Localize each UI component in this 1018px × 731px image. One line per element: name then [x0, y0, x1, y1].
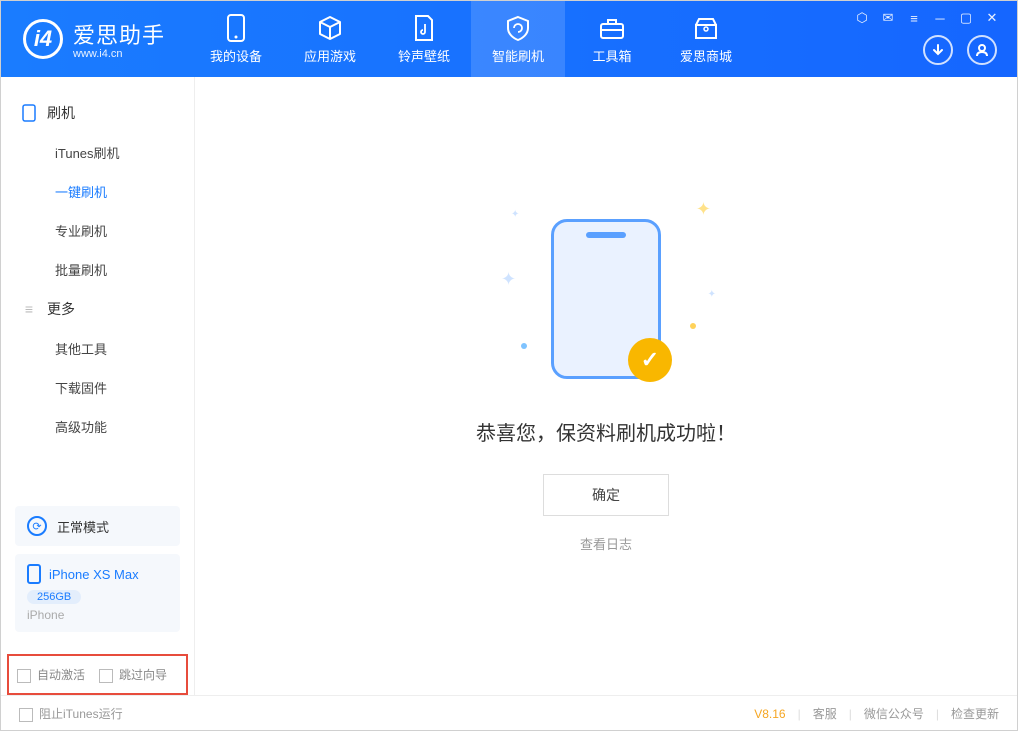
- body: 刷机 iTunes刷机 一键刷机 专业刷机 批量刷机 ≡ 更多 其他工具 下载固…: [1, 77, 1017, 695]
- success-message: 恭喜您，保资料刷机成功啦！: [476, 417, 736, 446]
- sidebar-item-download-firmware[interactable]: 下载固件: [1, 368, 194, 407]
- device-icon: [21, 105, 37, 121]
- feedback-icon[interactable]: ✉: [879, 9, 897, 27]
- app-name-cn: 爱思助手: [73, 18, 165, 50]
- dot-icon: [690, 323, 696, 329]
- phone-mini-icon: [27, 564, 41, 584]
- options-box: 自动激活 跳过向导: [7, 654, 188, 695]
- download-icon[interactable]: [923, 35, 953, 65]
- header-action-icons: [923, 35, 997, 65]
- checkbox-icon: [19, 708, 33, 722]
- minimize-button[interactable]: ─: [931, 9, 949, 27]
- block-itunes-label: 阻止iTunes运行: [39, 707, 123, 721]
- tab-label: 应用游戏: [304, 46, 356, 65]
- tab-label: 工具箱: [593, 46, 632, 65]
- separator: |: [849, 707, 852, 721]
- refresh-shield-icon: [504, 14, 532, 42]
- dot-icon: [521, 343, 527, 349]
- tab-label: 我的设备: [210, 46, 262, 65]
- logo-icon: i4: [23, 19, 63, 59]
- menu-icon[interactable]: ≡: [905, 9, 923, 27]
- checkbox-icon: [99, 669, 113, 683]
- tab-store[interactable]: 爱思商城: [659, 1, 753, 77]
- mode-label: 正常模式: [57, 517, 109, 536]
- sidebar-item-batch-flash[interactable]: 批量刷机: [1, 250, 194, 289]
- sparkle-icon: ✦: [696, 199, 711, 220]
- store-icon: [692, 14, 720, 42]
- main-tabs: 我的设备 应用游戏 铃声壁纸 智能刷机 工具箱 爱思商城: [189, 1, 753, 77]
- option-label: 跳过向导: [119, 668, 167, 682]
- user-icon[interactable]: [967, 35, 997, 65]
- close-button[interactable]: ✕: [983, 9, 1001, 27]
- sidebar-item-oneclick-flash[interactable]: 一键刷机: [1, 172, 194, 211]
- sparkle-icon: ✦: [511, 209, 519, 220]
- music-file-icon: [410, 14, 438, 42]
- tab-label: 铃声壁纸: [398, 46, 450, 65]
- sidebar-item-itunes-flash[interactable]: iTunes刷机: [1, 133, 194, 172]
- sidebar-item-pro-flash[interactable]: 专业刷机: [1, 211, 194, 250]
- view-log-link[interactable]: 查看日志: [580, 534, 632, 553]
- wechat-link[interactable]: 微信公众号: [864, 705, 924, 722]
- device-card[interactable]: iPhone XS Max 256GB iPhone: [15, 554, 180, 632]
- update-link[interactable]: 检查更新: [951, 705, 999, 722]
- checkbox-icon: [17, 669, 31, 683]
- check-badge-icon: ✓: [628, 338, 672, 382]
- tab-label: 爱思商城: [680, 46, 732, 65]
- tab-toolbox[interactable]: 工具箱: [565, 1, 659, 77]
- block-itunes-checkbox[interactable]: 阻止iTunes运行: [19, 705, 123, 722]
- option-label: 自动激活: [37, 668, 85, 682]
- sidebar-item-other-tools[interactable]: 其他工具: [1, 329, 194, 368]
- footer-left: 阻止iTunes运行: [19, 705, 123, 722]
- group-label: 刷机: [47, 103, 75, 123]
- separator: |: [936, 707, 939, 721]
- group-label: 更多: [47, 299, 75, 319]
- cube-icon: [316, 14, 344, 42]
- footer-right: V8.16 | 客服 | 微信公众号 | 检查更新: [754, 705, 999, 722]
- footer: 阻止iTunes运行 V8.16 | 客服 | 微信公众号 | 检查更新: [1, 695, 1017, 731]
- tab-my-device[interactable]: 我的设备: [189, 1, 283, 77]
- sidebar-item-advanced[interactable]: 高级功能: [1, 407, 194, 446]
- tab-smart-flash[interactable]: 智能刷机: [471, 1, 565, 77]
- sidebar-group-more: ≡ 更多: [1, 289, 194, 329]
- main-content: ✓ ✦ ✦ ✦ ✦ 恭喜您，保资料刷机成功啦！ 确定 查看日志: [195, 77, 1017, 695]
- sidebar: 刷机 iTunes刷机 一键刷机 专业刷机 批量刷机 ≡ 更多 其他工具 下载固…: [1, 77, 195, 695]
- device-name: iPhone XS Max: [49, 567, 139, 582]
- tab-label: 智能刷机: [492, 46, 544, 65]
- support-link[interactable]: 客服: [813, 705, 837, 722]
- list-icon: ≡: [21, 301, 37, 317]
- tab-ringtone-wallpaper[interactable]: 铃声壁纸: [377, 1, 471, 77]
- header: i4 爱思助手 www.i4.cn 我的设备 应用游戏 铃声壁纸 智能刷机 工具…: [1, 1, 1017, 77]
- window-controls: ⬡ ✉ ≡ ─ ▢ ✕: [853, 9, 1001, 27]
- version-label: V8.16: [754, 707, 785, 721]
- device-capacity: 256GB: [27, 590, 81, 604]
- phone-icon: [222, 14, 250, 42]
- device-type: iPhone: [27, 608, 168, 622]
- sparkle-icon: ✦: [708, 289, 716, 300]
- maximize-button[interactable]: ▢: [957, 9, 975, 27]
- success-graphic: ✓ ✦ ✦ ✦ ✦: [551, 219, 661, 379]
- mode-card[interactable]: ⟳ 正常模式: [15, 506, 180, 546]
- ok-button[interactable]: 确定: [543, 474, 669, 516]
- app-name-en: www.i4.cn: [73, 48, 165, 60]
- separator: |: [798, 707, 801, 721]
- sidebar-group-flash: 刷机: [1, 93, 194, 133]
- device-name-row: iPhone XS Max: [27, 564, 168, 584]
- auto-activate-checkbox[interactable]: 自动激活: [17, 666, 85, 683]
- phone-illustration: ✓: [551, 219, 661, 379]
- sparkle-icon: ✦: [501, 269, 516, 290]
- logo: i4 爱思助手 www.i4.cn: [1, 1, 189, 77]
- tab-apps-games[interactable]: 应用游戏: [283, 1, 377, 77]
- toolbox-icon: [598, 14, 626, 42]
- skip-guide-checkbox[interactable]: 跳过向导: [99, 666, 167, 683]
- mode-icon: ⟳: [27, 516, 47, 536]
- shirt-icon[interactable]: ⬡: [853, 9, 871, 27]
